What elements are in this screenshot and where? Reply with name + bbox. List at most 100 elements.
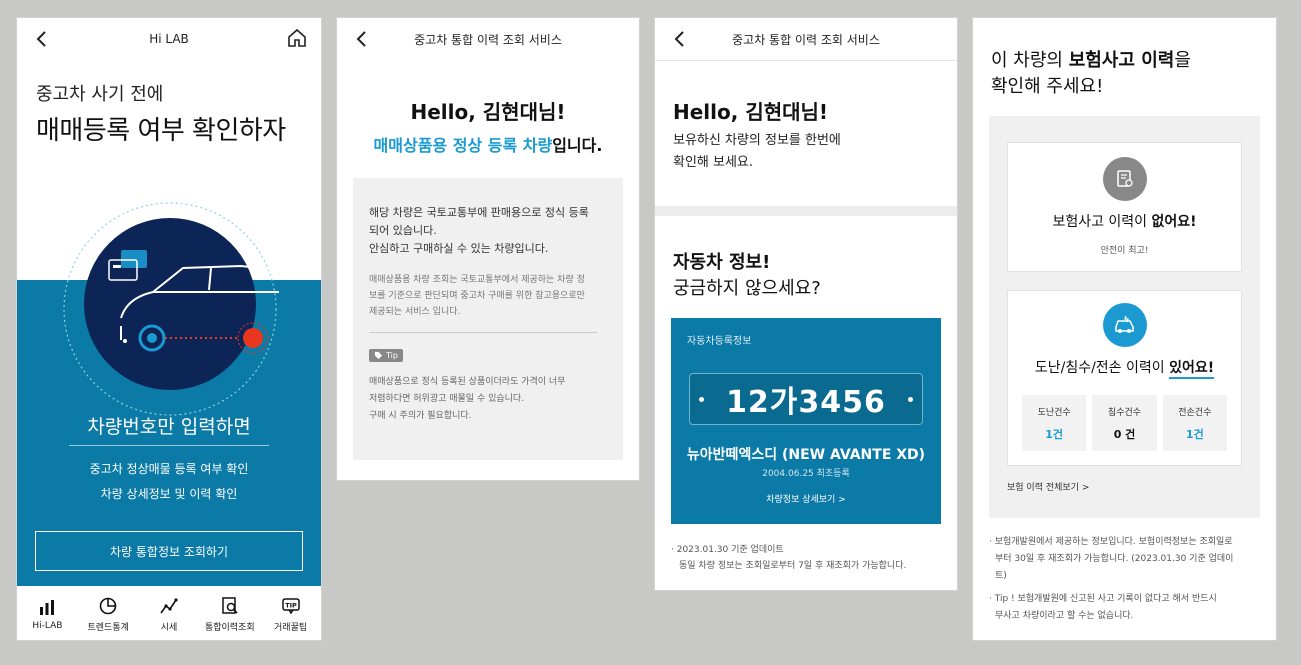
note-2: · Tip ! 보험개발원에 신고된 사고 기록이 없다고 해서 반드시 무사고…	[989, 591, 1262, 625]
info-main: 해당 차량은 국토교통부에 판매용으로 정식 등록 되어 있습니다. 안심하고 …	[369, 204, 607, 258]
nav-trend[interactable]: 트렌드통계	[78, 596, 138, 633]
info-sub: 매매상품용 차량 조회는 국토교통부에서 제공하는 차량 정 보를 기준으로 판…	[369, 272, 607, 320]
divider	[655, 60, 957, 61]
registration-status: 매매상품용 정상 등록 차량입니다.	[337, 132, 639, 156]
note-line: 동일 차량 정보는 조회일로부터 7일 후 재조회가 가능합니다.	[679, 561, 907, 571]
note-line: 부터 30일 후 재조회가 가능합니다. (2023.01.30 기준 업데이	[995, 554, 1234, 564]
result-bold: 있어요!	[1169, 360, 1215, 379]
note-line: 트)	[995, 571, 1007, 581]
plate-bolt	[908, 397, 913, 402]
header: 중고차 통합 이력 조회 서비스	[337, 18, 639, 60]
page-title: 이 차량의 보험사고 이력을 확인해 주세요!	[991, 48, 1191, 100]
tip-icon: TIP	[281, 597, 300, 614]
back-arrow-icon[interactable]	[353, 30, 371, 48]
plate-bolt	[699, 397, 704, 402]
card-label: 자동차등록정보	[687, 336, 752, 347]
car-damage-icon	[1114, 315, 1134, 333]
tip-line: 저렴하다면 허위광고 매물일 수 있습니다.	[369, 394, 525, 404]
line-chart-icon	[160, 597, 178, 613]
header-title: 중고차 통합 이력 조회 서비스	[732, 32, 880, 47]
first-registration: 2004.06.25 최초등록	[762, 469, 850, 479]
section-heading: 자동차 정보! 궁금하지 않으세요?	[673, 250, 821, 302]
vehicle-model: 뉴아반떼엑스디 (NEW AVANTE XD)	[686, 447, 926, 463]
stat-value: 1건	[1045, 427, 1064, 441]
description-line: 보유하신 차량의 정보를 한번에	[673, 133, 841, 148]
nav-tips[interactable]: TIP 거래꿀팁	[261, 596, 321, 633]
status-suffix: 입니다.	[552, 136, 603, 155]
section-gap	[655, 206, 957, 216]
header-title: Hi LAB	[149, 32, 189, 46]
result-text: 도난/침수/전손 이력이	[1034, 360, 1170, 376]
nav-label: 거래꿀팁	[274, 622, 308, 633]
nav-hilab[interactable]: Hi-LAB	[17, 597, 77, 631]
tag-icon	[374, 351, 383, 360]
screen-registration-result: 중고차 통합 이력 조회 서비스 Hello, 김현대님! 매매상품용 정상 등…	[336, 17, 640, 481]
header: 중고차 통합 이력 조회 서비스	[655, 18, 957, 60]
stat-flood: 침수건수 0 건	[1092, 395, 1157, 451]
back-arrow-icon[interactable]	[33, 30, 51, 48]
svg-text:TIP: TIP	[285, 601, 297, 609]
stat-theft: 도난건수 1건	[1022, 395, 1087, 451]
stats-row: 도난건수 1건 침수건수 0 건 전손건수 1건	[1022, 395, 1227, 451]
home-icon[interactable]	[287, 28, 307, 48]
bottom-nav: Hi-LAB 트렌드통계 시세 통합이력조회 TIP 거래꿀팁	[17, 586, 321, 640]
back-arrow-icon[interactable]	[671, 30, 689, 48]
screen-vehicle-info: 중고차 통합 이력 조회 서비스 Hello, 김현대님! 보유하신 차량의 정…	[654, 17, 958, 591]
result-text: 보험사고 이력이	[1052, 214, 1152, 230]
insurance-notes: · 보험개발원에서 제공하는 정보입니다. 보험이력정보는 조회일로 부터 30…	[989, 534, 1262, 631]
vehicle-card: 자동차등록정보 12가3456 뉴아반떼엑스디 (NEW AVANTE XD) …	[671, 318, 941, 524]
detail-link[interactable]: 차량정보 상세보기 >	[671, 492, 941, 505]
tip-label: Tip	[386, 351, 398, 360]
note-line: 무사고 차량이라고 할 수는 없습니다.	[995, 611, 1134, 621]
header-title: 중고차 통합 이력 조회 서비스	[414, 32, 562, 47]
accident-subtext: 안전이 최고!	[1100, 246, 1149, 256]
title-part: 을	[1174, 50, 1191, 71]
info-main-line: 해당 차량은 국토교통부에 판매용으로 정식 등록	[369, 206, 589, 219]
accident-icon-wrap	[1102, 157, 1147, 201]
info-main-line: 되어 있습니다.	[369, 224, 437, 237]
page-title: 매매등록 여부 확인하자	[36, 116, 286, 146]
subtitle: 중고차 사기 전에	[36, 84, 164, 105]
lookup-button[interactable]: 차량 통합정보 조회하기	[35, 531, 303, 571]
stat-label: 도난건수	[1037, 407, 1071, 418]
accident-result: 보험사고 이력이 없어요!	[1008, 211, 1241, 231]
divider	[369, 332, 597, 333]
plate-number: 12가3456	[726, 385, 886, 420]
stat-total-loss: 전손건수 1건	[1162, 395, 1227, 451]
feature-line-2: 차량 상세정보 및 이력 확인	[100, 487, 238, 501]
view-all-insurance-link[interactable]: 보험 이력 전체보기 >	[1007, 480, 1089, 493]
document-search-icon	[222, 596, 238, 614]
description: 보유하신 차량의 정보를 한번에 확인해 보세요.	[673, 130, 841, 174]
header: Hi LAB	[17, 18, 321, 60]
info-main-line: 안심하고 구매하실 수 있는 차량입니다.	[369, 242, 549, 255]
note-line: · Tip ! 보험개발원에 신고된 사고 기록이 없다고 해서 반드시	[989, 594, 1217, 604]
nav-price[interactable]: 시세	[139, 596, 199, 633]
document-gear-icon	[1116, 170, 1133, 187]
heading-line: 궁금하지 않으세요?	[673, 278, 821, 299]
nav-history[interactable]: 통합이력조회	[200, 596, 260, 633]
nav-label: 통합이력조회	[204, 622, 255, 633]
divider	[69, 445, 269, 446]
nav-label: 트렌드통계	[87, 622, 129, 633]
nav-label: 시세	[160, 622, 178, 633]
greeting: Hello, 김현대님!	[673, 100, 829, 124]
stat-value: 0 건	[1113, 427, 1136, 441]
note-line: · 보험개발원에서 제공하는 정보입니다. 보험이력정보는 조회일로	[989, 537, 1233, 547]
title-bold: 보험사고 이력	[1068, 50, 1175, 71]
feature-line-1: 중고차 정상매물 등록 여부 확인	[89, 462, 249, 476]
screen-insurance-history: 이 차량의 보험사고 이력을 확인해 주세요! 보험사고 이력이 없어요! 안전…	[972, 17, 1277, 641]
tip-line: 매매상품으로 정식 등록된 상품이더라도 가격이 너무	[369, 377, 566, 387]
tip-line: 구매 시 주의가 필요합니다.	[369, 411, 472, 421]
accident-card: 보험사고 이력이 없어요! 안전이 최고!	[1007, 142, 1242, 272]
info-box: 해당 차량은 국토교통부에 판매용으로 정식 등록 되어 있습니다. 안심하고 …	[353, 178, 623, 460]
tip-badge: Tip	[369, 349, 403, 362]
status-highlight: 매매상품용 정상 등록 차량	[373, 136, 553, 155]
greeting: Hello, 김현대님!	[410, 100, 566, 124]
bar-chart-icon	[40, 600, 55, 615]
theft-flood-result: 도난/침수/전손 이력이 있어요!	[1008, 357, 1241, 379]
result-bold: 없어요!	[1151, 214, 1197, 230]
update-note: · 2023.01.30 기준 업데이트 동일 차량 정보는 조회일로부터 7일…	[671, 542, 947, 574]
title-line-2: 확인해 주세요!	[991, 76, 1104, 97]
note-1: · 보험개발원에서 제공하는 정보입니다. 보험이력정보는 조회일로 부터 30…	[989, 534, 1262, 585]
nav-label: Hi-LAB	[32, 621, 63, 631]
